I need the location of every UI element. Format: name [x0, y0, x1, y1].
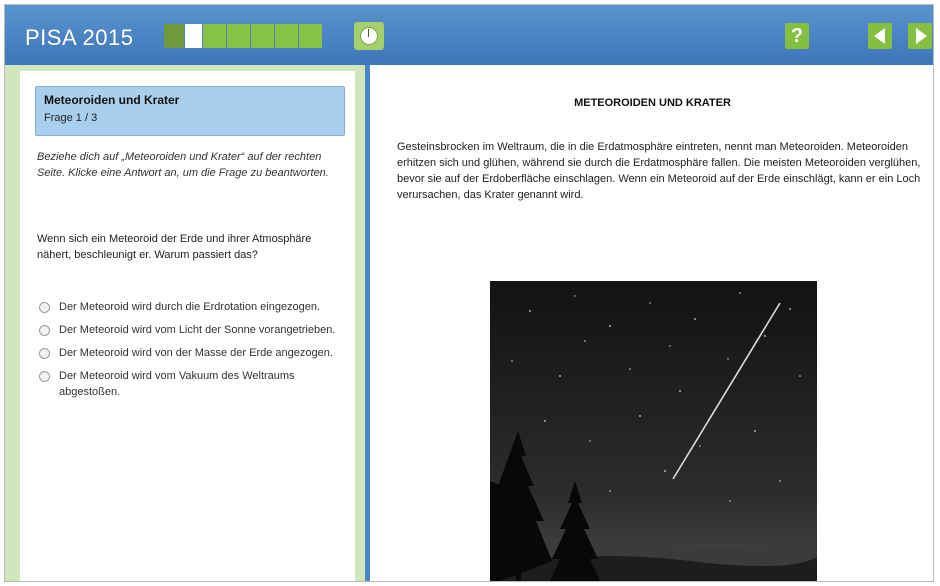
answer-option-label: Der Meteoroid wird vom Vakuum des Weltra…: [59, 370, 295, 398]
help-button[interactable]: ?: [785, 23, 809, 49]
unit-title: Meteoroiden und Krater: [44, 93, 180, 107]
progress-segment: [164, 24, 184, 48]
progress-segment: [299, 24, 322, 48]
answer-option-label: Der Meteoroid wird vom Licht der Sonne v…: [59, 324, 336, 336]
clock-hand: [368, 29, 369, 37]
answer-option-label: Der Meteoroid wird durch die Erdrotation…: [59, 301, 321, 313]
progress-segment: [203, 24, 226, 48]
instruction-text: Beziehe dich auf „Meteoroiden und Krater…: [37, 151, 329, 179]
stimulus-panel: METEOROIDEN UND KRATER Gesteinsbrocken i…: [370, 65, 933, 581]
answer-options: Der Meteoroid wird durch die Erdrotation…: [37, 299, 347, 407]
radio-button[interactable]: [39, 302, 50, 313]
question-text: Wenn sich ein Meteoroid der Erde und ihr…: [37, 233, 312, 261]
back-button[interactable]: [868, 23, 892, 49]
progress-indicator: [164, 24, 323, 48]
progress-segment-current: [185, 24, 202, 48]
article-title: METEOROIDEN UND KRATER: [574, 97, 731, 109]
question-panel: Meteoroiden und Krater Frage 1 / 3 Bezie…: [5, 65, 365, 581]
progress-segment: [227, 24, 250, 48]
next-button[interactable]: [908, 23, 932, 49]
app-title: PISA 2015: [25, 25, 134, 50]
question-header: Meteoroiden und Krater Frage 1 / 3: [35, 86, 345, 136]
progress-segment: [251, 24, 274, 48]
meteor-night-sky-image: [490, 281, 817, 581]
radio-button[interactable]: [39, 348, 50, 359]
answer-option-label: Der Meteoroid wird von der Masse der Erd…: [59, 347, 333, 359]
article-body: Gesteinsbrocken im Weltraum, die in die …: [397, 141, 921, 201]
radio-button[interactable]: [39, 371, 50, 382]
answer-option[interactable]: Der Meteoroid wird von der Masse der Erd…: [37, 345, 347, 361]
app-window: PISA 2015 ? Meteoroiden und Krater Frage: [4, 4, 934, 582]
radio-button[interactable]: [39, 325, 50, 336]
answer-option[interactable]: Der Meteoroid wird vom Vakuum des Weltra…: [37, 368, 347, 400]
question-panel-inner: Meteoroiden und Krater Frage 1 / 3 Bezie…: [20, 71, 355, 581]
answer-option[interactable]: Der Meteoroid wird durch die Erdrotation…: [37, 299, 347, 315]
header-bar: PISA 2015 ?: [5, 5, 933, 65]
progress-segment: [275, 24, 298, 48]
arrow-left-icon: [874, 28, 885, 44]
clock-icon: [360, 27, 378, 45]
answer-option[interactable]: Der Meteoroid wird vom Licht der Sonne v…: [37, 322, 347, 338]
arrow-right-icon: [916, 28, 927, 44]
timer-button[interactable]: [354, 22, 384, 50]
question-counter: Frage 1 / 3: [44, 112, 98, 124]
